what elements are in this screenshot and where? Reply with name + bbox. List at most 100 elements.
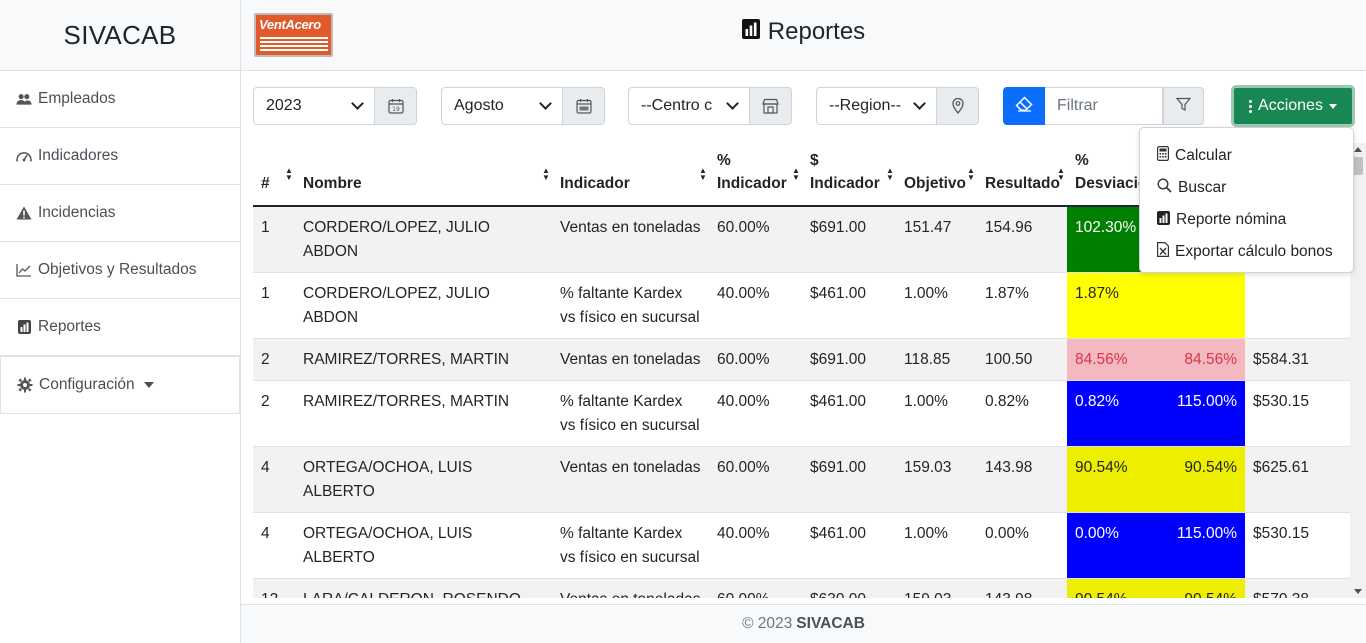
clear-filter-button[interactable] [1003,87,1045,125]
funnel-icon [1175,97,1192,116]
actions-button[interactable]: Acciones [1231,85,1355,127]
table-row[interactable]: 12LARA/CALDERON, ROSENDOVentas en tonela… [253,578,1350,598]
sort-icon: ▲ ▼ [886,166,894,182]
center-value: --Centro c [641,97,713,114]
sidebar-item-empleados[interactable]: Empleados [0,71,240,128]
menu-item-reporte-nomina[interactable]: Reporte nómina [1140,204,1353,236]
month-filter[interactable]: Agosto [441,87,605,125]
month-value: Agosto [454,97,504,114]
sidebar-item-objetivos[interactable]: Objetivos y Resultados [0,242,240,299]
col-header-pct-indicador[interactable]: % Indicador ▲ ▼ [709,143,802,207]
cell-objetivo: 159.03 [896,578,977,598]
cell-nombre: LARA/CALDERON, ROSENDO [295,578,552,598]
cell-amt: $461.00 [802,272,896,339]
chevron-down-icon [539,97,552,110]
region-select[interactable]: --Region-- [817,88,936,124]
col-header-amt-indicador[interactable]: $ Indicador ▲ ▼ [802,143,896,207]
center-select[interactable]: --Centro c [629,88,749,124]
col-header-num[interactable]: # ▲ ▼ [253,143,295,207]
cell-resultado: 143.98 [977,578,1067,598]
col-header-nombre[interactable]: Nombre ▲ ▼ [295,143,552,207]
scroll-up-arrow[interactable] [1354,147,1362,152]
table-row[interactable]: 4 ORTEGA/OCHOA, LUIS ALBERTO Ventas en ton… [253,446,1350,513]
sidebar-item-label: Configuración [39,376,135,393]
filter-input[interactable]: Filtrar [1045,87,1163,125]
chart-bar-icon [16,320,32,334]
menu-item-exportar[interactable]: Exportar cálculo bonos [1140,236,1353,268]
table-row[interactable]: 1 CORDERO/LOPEZ, JULIO ABDON% faltante Ka… [253,272,1350,339]
page-title-text: Reportes [767,18,866,45]
cell-objetivo: 118.85 [896,338,977,381]
cell-pct: 40.00% [709,272,802,339]
scroll-thumb[interactable] [1353,157,1363,175]
sidebar-item-reportes[interactable]: Reportes [0,299,240,356]
cell-resultado: 0.82% [977,380,1067,447]
cell-bono: $530.15 [1245,512,1350,579]
users-icon [16,92,32,106]
actions-label: Acciones [1258,97,1323,114]
eraser-icon [1015,96,1033,116]
cell-pct: 60.00% [709,206,802,273]
apply-filter-button[interactable] [1163,87,1204,125]
menu-item-calcular[interactable]: Calcular [1140,140,1353,172]
cell-cumpl: 115.00% [1155,380,1245,447]
table-row[interactable]: 4 ORTEGA/OCHOA, LUIS ALBERTO% faltante Ka… [253,512,1350,579]
brand-title[interactable]: SIVACAB [0,0,240,71]
cell-indicador: % faltante Kardex vs físico en sucursal [552,380,709,447]
warning-icon [16,206,32,220]
cell-indicador: Ventas en toneladas [552,206,709,273]
cell-cumpl: 84.56% [1155,338,1245,381]
sidebar-item-incidencias[interactable]: Incidencias [0,185,240,242]
cell-objetivo: 1.00% [896,380,977,447]
year-select[interactable]: 2023 [254,88,374,124]
cell-num: 2 [253,338,295,381]
col-header-objetivo[interactable]: Objetivo ▲ ▼ [896,143,977,207]
region-filter[interactable]: --Region-- [816,87,979,125]
menu-item-buscar[interactable]: Buscar [1140,172,1353,204]
calendar-month-icon [562,88,604,124]
cell-bono: $625.61 [1245,446,1350,513]
footer-brand: SIVACAB [796,615,865,632]
footer-copyright: © 2023 [742,615,793,632]
gauge-icon [16,149,32,163]
sidebar-item-label: Empleados [38,90,116,107]
cell-pct: 40.00% [709,512,802,579]
cell-desv: 90.54% [1067,446,1155,513]
calculator-icon [1157,146,1170,166]
cell-amt: $691.00 [802,338,896,381]
col-header-resultado[interactable]: Resultado ▲ ▼ [977,143,1067,207]
center-filter[interactable]: --Centro c [628,87,792,125]
col-header-indicador[interactable]: Indicador ▲ ▼ [552,143,709,207]
sidebar-item-indicadores[interactable]: Indicadores [0,128,240,185]
sidebar-item-configuracion[interactable]: Configuración [0,356,240,414]
cell-pct: 60.00% [709,338,802,381]
menu-item-label: Calcular [1175,147,1232,164]
cell-pct: 60.00% [709,578,802,598]
sidebar: SIVACAB Empleados Indicadores Incidencia… [0,0,241,643]
table-row[interactable]: 2 RAMIREZ/TORRES, MARTIN Ventas en tonelad… [253,338,1350,381]
chart-bar-icon [741,18,760,46]
footer: © 2023 SIVACAB [241,604,1366,643]
sort-icon: ▲ ▼ [699,166,707,182]
caret-down-icon [1328,103,1337,109]
chevron-down-icon [726,97,739,110]
cell-amt: $691.00 [802,446,896,513]
cell-num: 12 [253,578,295,598]
sort-icon: ▲ ▼ [1057,166,1065,182]
cell-bono [1245,272,1350,339]
table-row[interactable]: 2 RAMIREZ/TORRES, MARTIN% faltante Kardex… [253,380,1350,447]
header: VentAcero Reportes [241,0,1366,71]
chevron-down-icon [351,97,364,110]
cell-nombre: ORTEGA/OCHOA, LUIS ALBERTO [295,446,552,513]
year-filter[interactable]: 2023 19 [253,87,417,125]
cell-pct: 40.00% [709,380,802,447]
cell-resultado: 100.50 [977,338,1067,381]
menu-item-label: Buscar [1178,179,1227,196]
sidebar-item-label: Indicadores [38,147,119,164]
month-select[interactable]: Agosto [442,88,562,124]
cell-desv: 0.00% [1067,512,1155,579]
scroll-down-arrow[interactable] [1354,589,1362,594]
cell-amt: $691.00 [802,206,896,273]
sidebar-item-label: Incidencias [38,204,116,221]
map-pin-icon [936,88,978,124]
